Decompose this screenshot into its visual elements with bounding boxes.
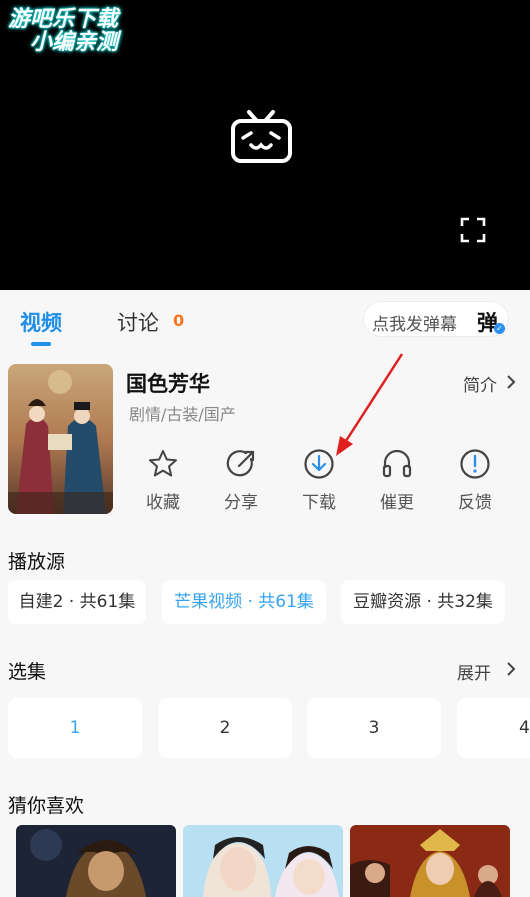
tab-bar: 视频 讨论 0 点我发弹幕 弹 ✓ xyxy=(0,290,530,350)
danmaku-placeholder: 点我发弹幕 xyxy=(372,315,457,335)
source-item[interactable]: 自建2 · 共61集 xyxy=(8,580,146,624)
video-player[interactable]: 游吧乐下载 小编亲测 xyxy=(0,0,530,290)
share-icon xyxy=(226,450,255,477)
watermark: 游吧乐下载 小编亲测 xyxy=(8,8,148,54)
feedback-icon xyxy=(460,449,490,479)
expand-link[interactable]: 展开 xyxy=(457,659,491,684)
watermark-line2: 小编亲测 xyxy=(30,30,119,56)
tab-video[interactable]: 视频 xyxy=(20,307,62,337)
source-item-active[interactable]: 芒果视频 · 共61集 xyxy=(162,580,326,624)
share-label: 分享 xyxy=(224,493,258,513)
action-row: 收藏 分享 下载 催更 反馈 xyxy=(126,448,526,518)
sources-title: 播放源 xyxy=(8,551,66,573)
show-title: 国色芳华 xyxy=(126,372,210,396)
check-icon: ✓ xyxy=(494,323,505,334)
feedback-button[interactable]: 反馈 xyxy=(438,448,512,513)
danmaku-input[interactable]: 点我发弹幕 弹 ✓ xyxy=(363,301,509,337)
poster-image[interactable] xyxy=(8,364,113,514)
danmaku-button[interactable]: 弹 ✓ xyxy=(475,305,505,335)
favorite-label: 收藏 xyxy=(146,493,180,513)
episode-item[interactable]: 3 xyxy=(307,698,441,758)
favorite-button[interactable]: 收藏 xyxy=(126,448,200,513)
chevron-right-icon xyxy=(507,662,516,676)
urge-update-label: 催更 xyxy=(380,493,414,513)
fullscreen-icon[interactable] xyxy=(460,217,486,243)
episode-item[interactable]: 2 xyxy=(158,698,292,758)
share-button[interactable]: 分享 xyxy=(204,448,278,513)
episode-item[interactable]: 4 xyxy=(457,698,530,758)
recommend-card[interactable] xyxy=(16,825,176,897)
recommend-card[interactable] xyxy=(350,825,510,897)
recommend-title: 猜你喜欢 xyxy=(8,795,85,817)
episode-item-active[interactable]: 1 xyxy=(8,698,142,758)
recommend-card[interactable] xyxy=(183,825,343,897)
tab-discuss[interactable]: 讨论 xyxy=(117,307,159,337)
download-label: 下载 xyxy=(302,493,336,513)
feedback-label: 反馈 xyxy=(458,493,492,513)
chevron-right-icon xyxy=(507,375,516,389)
intro-link[interactable]: 简介 xyxy=(463,371,497,396)
tab-active-indicator xyxy=(31,342,51,346)
show-genre: 剧情/古装/国产 xyxy=(129,405,236,424)
episodes-title: 选集 xyxy=(8,661,47,683)
discuss-count-badge: 0 xyxy=(173,311,185,330)
watermark-line1: 游吧乐下载 xyxy=(8,7,119,32)
star-icon xyxy=(149,450,177,477)
tv-icon xyxy=(231,110,292,163)
annotation-arrow xyxy=(336,353,404,456)
source-item[interactable]: 豆瓣资源 · 共32集 xyxy=(341,580,505,624)
